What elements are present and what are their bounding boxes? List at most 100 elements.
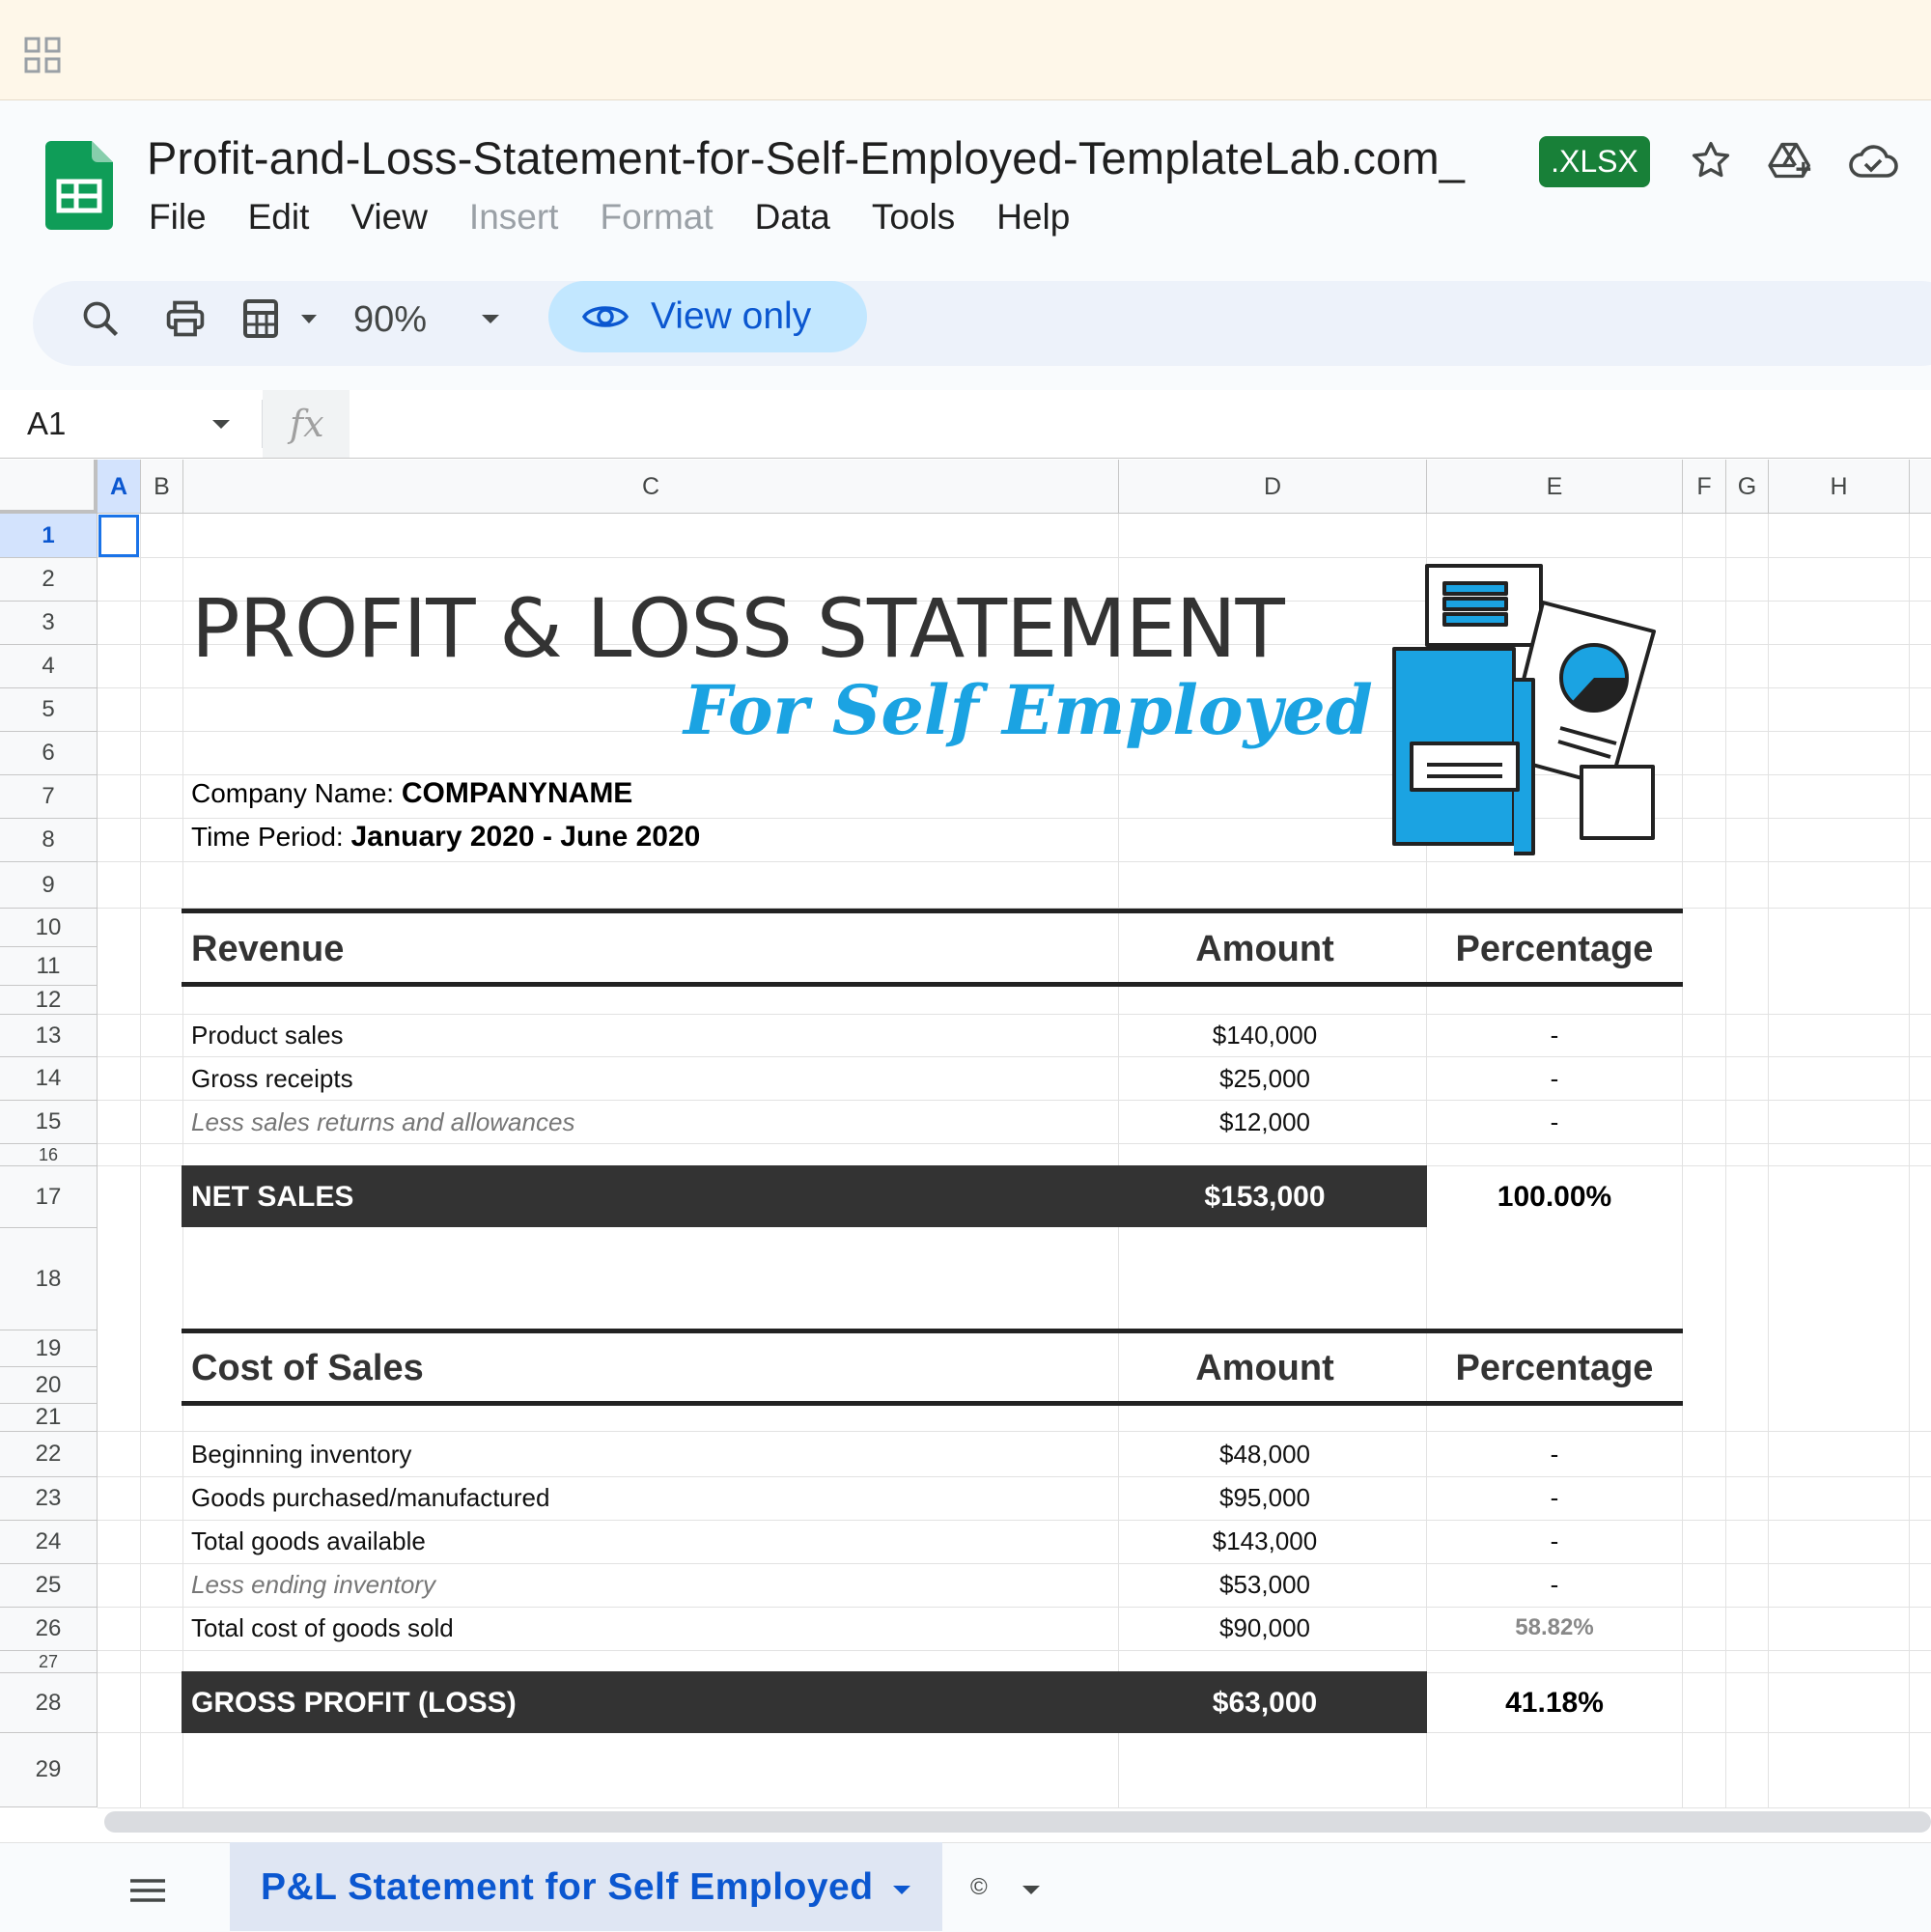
cloud-saved-icon[interactable] (1848, 141, 1898, 180)
grid-line (98, 1563, 1931, 1564)
menu-insert[interactable]: Insert (469, 193, 559, 241)
cost-item-percentage: 58.82% (1515, 1614, 1594, 1640)
row-header-26[interactable]: 26 (0, 1608, 98, 1651)
menu-view[interactable]: View (350, 193, 428, 241)
row-header-4[interactable]: 4 (0, 645, 98, 688)
search-icon[interactable] (79, 297, 122, 340)
zoom-level[interactable]: 90% (353, 295, 427, 344)
net-sales-percentage: 100.00% (1497, 1181, 1612, 1213)
row-header-8[interactable]: 8 (0, 819, 98, 862)
row-header-6[interactable]: 6 (0, 732, 98, 775)
add-to-drive-icon[interactable] (1767, 139, 1815, 182)
row-header-17[interactable]: 17 (0, 1166, 98, 1228)
top-banner (0, 0, 1931, 100)
section-rule (182, 909, 1683, 913)
row-header-28[interactable]: 28 (0, 1673, 98, 1733)
cost-item-amount: $143,000 (1212, 1526, 1318, 1555)
revenue-item-amount: $140,000 (1212, 1021, 1318, 1050)
document-title[interactable]: Profit-and-Loss-Statement-for-Self-Emplo… (147, 131, 1465, 184)
cost-of-sales-heading: Cost of Sales (191, 1348, 424, 1388)
row-header-12[interactable]: 12 (0, 986, 98, 1015)
chevron-down-icon[interactable] (210, 417, 232, 431)
menu-data[interactable]: Data (755, 193, 830, 241)
column-header-c[interactable]: C (183, 460, 1119, 514)
chevron-down-icon[interactable] (480, 312, 501, 325)
row-header-18[interactable]: 18 (0, 1228, 98, 1330)
row-header-10[interactable]: 10 (0, 909, 98, 947)
revenue-item-percentage: - (1550, 1064, 1559, 1093)
row-header-2[interactable]: 2 (0, 558, 98, 602)
chevron-down-icon[interactable] (1021, 1883, 1042, 1896)
eye-icon (581, 300, 630, 333)
row-header-9[interactable]: 9 (0, 862, 98, 909)
grid-line (140, 514, 141, 1807)
print-icon[interactable] (164, 297, 207, 340)
revenue-item-amount: $12,000 (1219, 1107, 1310, 1136)
grid-line (98, 1431, 1931, 1432)
column-header-e[interactable]: E (1427, 460, 1683, 514)
cost-item-label: Less ending inventory (191, 1570, 435, 1599)
row-header-21[interactable]: 21 (0, 1404, 98, 1432)
chevron-down-icon[interactable] (891, 1883, 912, 1896)
row-header-23[interactable]: 23 (0, 1477, 98, 1521)
column-header-g[interactable]: G (1726, 460, 1769, 514)
row-header-22[interactable]: 22 (0, 1432, 98, 1477)
all-sheets-menu-icon[interactable] (128, 1876, 167, 1905)
row-header-16[interactable]: 16 (0, 1144, 98, 1166)
star-icon[interactable] (1690, 139, 1732, 182)
sheets-logo-icon[interactable] (45, 141, 113, 230)
row-header-25[interactable]: 25 (0, 1564, 98, 1608)
time-period-label: Time Period: (191, 822, 344, 852)
menu-tools[interactable]: Tools (872, 193, 955, 241)
column-header-a[interactable]: A (98, 460, 141, 514)
row-header-7[interactable]: 7 (0, 775, 98, 819)
scrollbar-thumb[interactable] (104, 1811, 1931, 1833)
apps-grid-icon[interactable] (24, 37, 61, 73)
chevron-down-icon[interactable] (299, 312, 319, 325)
revenue-item-label: Less sales returns and allowances (191, 1107, 575, 1136)
column-header-b[interactable]: B (141, 460, 183, 514)
row-header-15[interactable]: 15 (0, 1101, 98, 1144)
cost-percentage-heading: Percentage (1455, 1348, 1654, 1388)
grid-line (98, 1476, 1931, 1477)
row-header-19[interactable]: 19 (0, 1330, 98, 1367)
column-header-h[interactable]: H (1769, 460, 1910, 514)
section-rule (182, 982, 1683, 987)
row-header-3[interactable]: 3 (0, 602, 98, 645)
table-format-icon[interactable] (239, 295, 290, 342)
menu-file[interactable]: File (149, 193, 207, 241)
grid-line (98, 1014, 1931, 1015)
revenue-heading: Revenue (191, 929, 345, 969)
revenue-item-percentage: - (1550, 1021, 1559, 1050)
cost-item-amount: $48,000 (1219, 1440, 1310, 1469)
folder-documents-illustration (1388, 564, 1659, 863)
row-header-1[interactable]: 1 (0, 514, 98, 558)
menu-bar: File Edit View Insert Format Data Tools … (149, 193, 1111, 241)
row-header-20[interactable]: 20 (0, 1367, 98, 1404)
revenue-percentage-heading: Percentage (1455, 929, 1654, 969)
sheet-tab-other[interactable]: © (970, 1871, 988, 1904)
company-name-value: COMPANYNAME (401, 777, 633, 809)
row-header-24[interactable]: 24 (0, 1521, 98, 1564)
name-box[interactable]: A1 (27, 400, 66, 448)
menu-help[interactable]: Help (996, 193, 1070, 241)
row-header-11[interactable]: 11 (0, 947, 98, 986)
time-period-value: January 2020 - June 2020 (350, 821, 701, 853)
selected-cell-a1[interactable] (98, 515, 139, 557)
grid-line (98, 1650, 1931, 1651)
row-header-27[interactable]: 27 (0, 1651, 98, 1673)
column-header-d[interactable]: D (1119, 460, 1427, 514)
row-header-13[interactable]: 13 (0, 1015, 98, 1057)
column-header-next[interactable] (1910, 460, 1931, 514)
menu-edit[interactable]: Edit (248, 193, 310, 241)
menu-format[interactable]: Format (600, 193, 713, 241)
row-header-14[interactable]: 14 (0, 1057, 98, 1101)
select-all-corner[interactable] (0, 460, 98, 514)
gross-profit-label: GROSS PROFIT (LOSS) (191, 1687, 517, 1719)
column-header-f[interactable]: F (1683, 460, 1726, 514)
statement-title: PROFIT & LOSS STATEMENT (191, 581, 1285, 676)
view-only-label: View only (651, 295, 812, 337)
row-header-5[interactable]: 5 (0, 688, 98, 732)
row-header-29[interactable]: 29 (0, 1733, 98, 1807)
grid-line (182, 514, 183, 1807)
